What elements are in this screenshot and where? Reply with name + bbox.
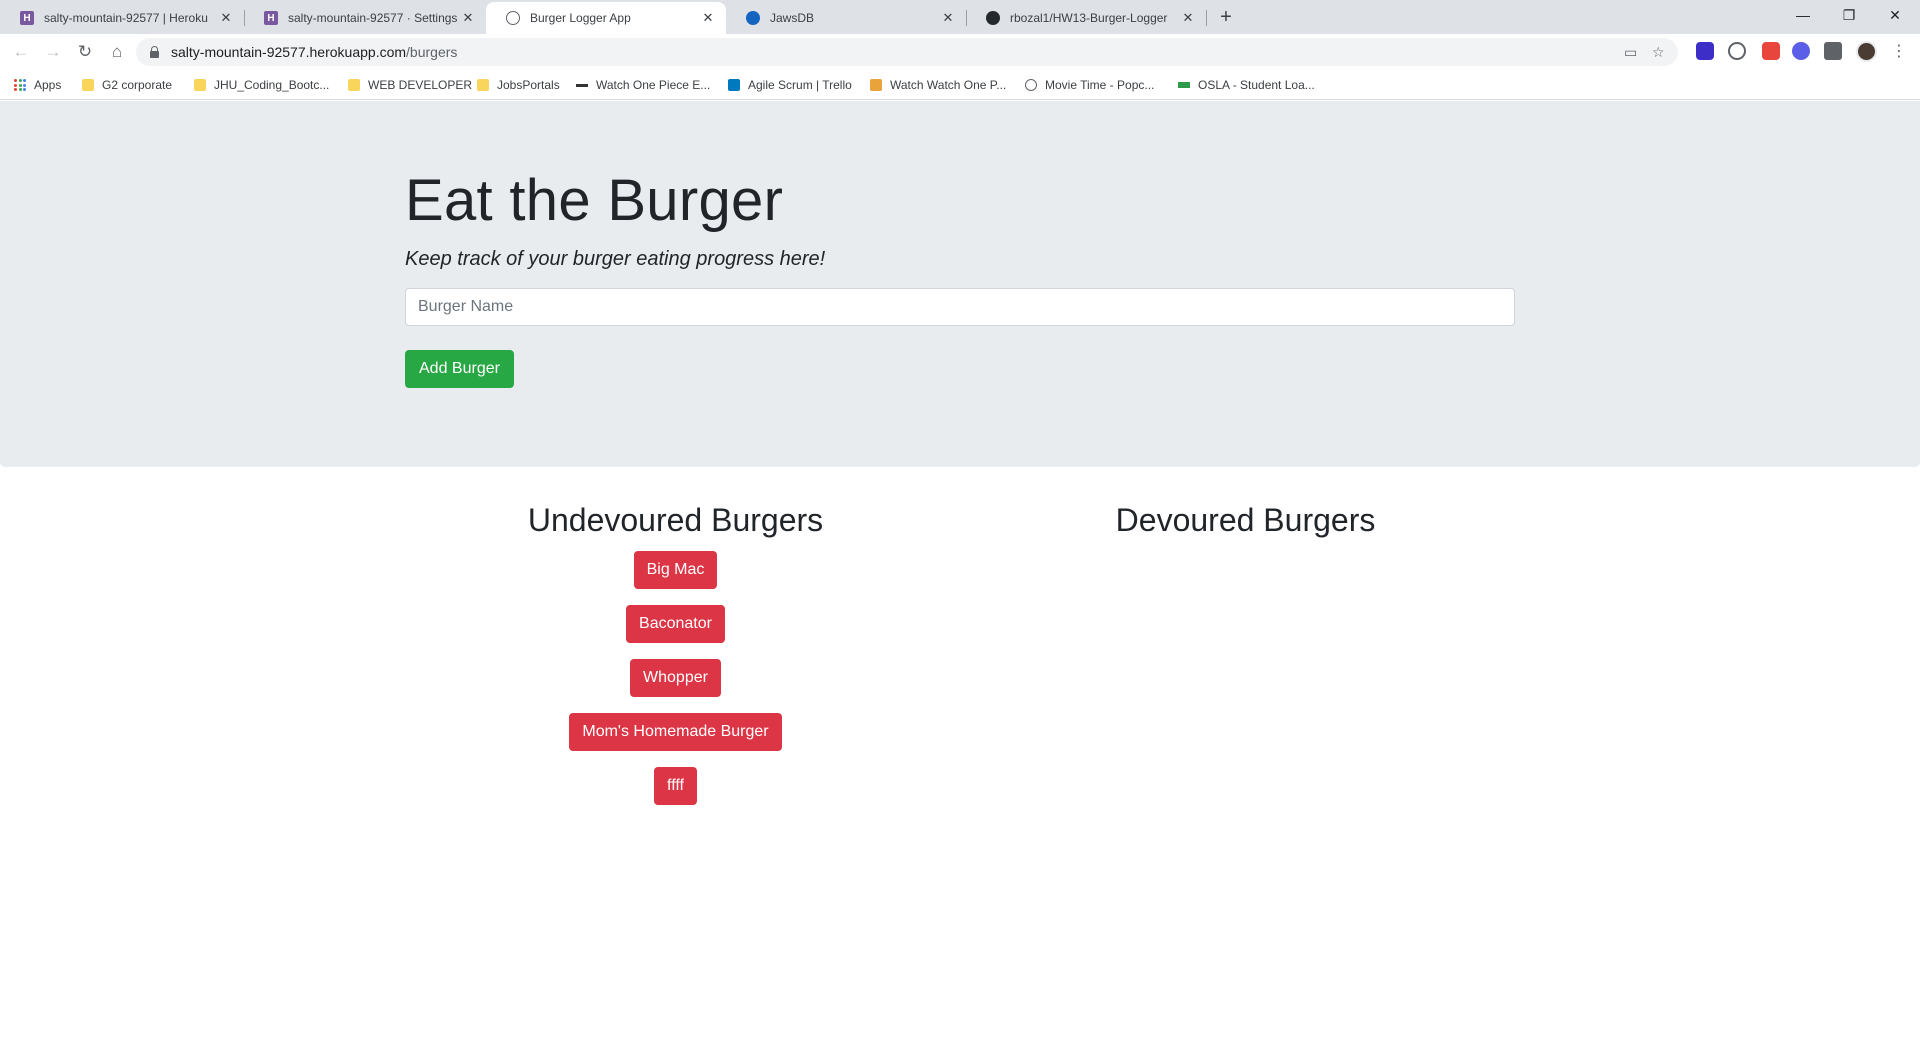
close-window-button[interactable]: ✕ <box>1872 0 1918 30</box>
tab-github[interactable]: rbozal1/HW13-Burger-Logger ✕ <box>966 2 1206 34</box>
bookmark-label: JobsPortals <box>497 78 560 92</box>
bookmark-label: WEB DEVELOPER <box>368 78 473 92</box>
restore-button[interactable]: ❐ <box>1826 0 1872 30</box>
folder-icon <box>194 79 206 91</box>
profile-avatar[interactable] <box>1856 41 1877 62</box>
jawsdb-icon <box>746 11 760 25</box>
devour-burger-button[interactable]: Baconator <box>626 605 725 643</box>
home-button[interactable]: ⌂ <box>104 39 130 65</box>
bookmark-trello[interactable]: Agile Scrum | Trello <box>728 76 852 94</box>
bookmark-movie-time[interactable]: Movie Time - Popc... <box>1025 76 1154 94</box>
bookmark-apps[interactable]: Apps <box>14 76 61 94</box>
bookmark-g2-corporate[interactable]: G2 corporate <box>82 76 172 94</box>
tab-separator <box>1206 10 1207 26</box>
extension-icon-3[interactable] <box>1762 42 1780 60</box>
bookmark-watch-one-piece[interactable]: Watch Watch One P... <box>870 76 1006 94</box>
bookmark-jobsportals[interactable]: JobsPortals <box>477 76 560 94</box>
jumbotron: Eat the Burger Keep track of your burger… <box>0 101 1920 467</box>
globe-icon <box>506 11 520 25</box>
tab-strip: H salty-mountain-92577 | Heroku ✕ H salt… <box>0 0 1920 34</box>
forward-button[interactable]: → <box>40 39 66 65</box>
undevoured-title: Undevoured Burgers <box>527 502 824 538</box>
extension-icon-2[interactable] <box>1728 42 1746 60</box>
bookmark-jhu-coding[interactable]: JHU_Coding_Bootc... <box>194 76 329 94</box>
folder-icon <box>348 79 360 91</box>
browser-menu-button[interactable]: ⋮ <box>1890 39 1908 65</box>
undevoured-list: Big Mac Baconator Whopper Mom's Homemade Bu… <box>569 551 782 821</box>
trello-icon <box>728 79 740 91</box>
close-icon[interactable]: ✕ <box>940 10 956 26</box>
close-icon[interactable]: ✕ <box>218 10 234 26</box>
bookmark-osla[interactable]: OSLA - Student Loa... <box>1178 76 1315 94</box>
back-button[interactable]: ← <box>8 39 34 65</box>
bookmark-label: Apps <box>34 78 62 92</box>
close-icon[interactable]: ✕ <box>700 10 716 26</box>
cast-icon[interactable]: ▭ <box>1624 44 1637 61</box>
reload-button[interactable]: ↻ <box>72 39 98 65</box>
devoured-column: Devoured Burgers <box>968 497 1523 551</box>
devour-burger-button[interactable]: Big Mac <box>633 551 718 589</box>
puzzle-icon[interactable] <box>1824 42 1842 60</box>
minimize-button[interactable]: — <box>1780 0 1826 30</box>
devour-burger-button[interactable]: ffff <box>654 767 697 805</box>
close-icon[interactable]: ✕ <box>1180 10 1196 26</box>
bookmark-label: Watch One Piece E... <box>596 78 711 92</box>
browser-toolbar: ← → ↻ ⌂ salty-mountain-92577.herokuapp.c… <box>0 34 1920 70</box>
bookmark-label: Watch Watch One P... <box>890 78 1007 92</box>
close-icon[interactable]: ✕ <box>460 10 476 26</box>
globe-icon <box>1025 79 1037 91</box>
undevoured-column: Undevoured Burgers Big Mac Baconator Whopp… <box>398 497 953 821</box>
new-tab-button[interactable]: + <box>1212 3 1240 31</box>
folder-icon <box>82 79 94 91</box>
tab-title: rbozal1/HW13-Burger-Logger <box>1010 11 1168 25</box>
tab-jawsdb[interactable]: JawsDB ✕ <box>726 2 966 34</box>
tab-heroku[interactable]: H salty-mountain-92577 | Heroku ✕ <box>0 2 244 34</box>
tab-burger-logger[interactable]: Burger Logger App ✕ <box>486 2 726 34</box>
devour-burger-button[interactable]: Mom's Homemade Burger <box>569 713 782 751</box>
tab-title: salty-mountain-92577 | Heroku <box>44 11 208 25</box>
site-icon <box>1178 82 1190 88</box>
tab-title: salty-mountain-92577 · Settings | <box>288 11 460 25</box>
page-content: Eat the Burger Keep track of your burger… <box>0 101 1920 1040</box>
devoured-title: Devoured Burgers <box>1115 502 1376 538</box>
bookmark-label: G2 corporate <box>102 78 173 92</box>
heroku-icon: H <box>20 11 34 25</box>
github-icon <box>986 11 1000 25</box>
bookmark-label: JHU_Coding_Bootc... <box>214 78 330 92</box>
site-icon <box>576 83 588 87</box>
bookmarks-bar: Apps G2 corporate JHU_Coding_Bootc... WE… <box>0 70 1920 100</box>
bookmark-label: OSLA - Student Loa... <box>1198 78 1315 92</box>
burger-name-input[interactable] <box>405 288 1515 326</box>
page-lead: Keep track of your burger eating progres… <box>405 248 826 270</box>
bookmark-star-icon[interactable]: ☆ <box>1652 44 1665 61</box>
extension-icon-1[interactable] <box>1696 42 1714 60</box>
tab-title: Burger Logger App <box>530 11 631 25</box>
add-burger-button[interactable]: Add Burger <box>405 350 514 388</box>
bookmark-label: Movie Time - Popc... <box>1045 78 1155 92</box>
address-bar[interactable]: salty-mountain-92577.herokuapp.com /burg… <box>136 38 1678 66</box>
devour-burger-button[interactable]: Whopper <box>630 659 721 697</box>
bookmark-one-piece[interactable]: Watch One Piece E... <box>576 76 710 94</box>
apps-grid-icon <box>14 79 26 91</box>
url-host: salty-mountain-92577.herokuapp.com <box>171 44 407 60</box>
tab-heroku-settings[interactable]: H salty-mountain-92577 · Settings | ✕ <box>244 2 486 34</box>
site-icon <box>870 79 882 91</box>
heroku-icon: H <box>264 11 278 25</box>
tab-title: JawsDB <box>770 11 815 25</box>
url-path: /burgers <box>406 44 458 60</box>
page-title: Eat the Burger <box>405 168 784 233</box>
bookmark-web-developer[interactable]: WEB DEVELOPER <box>348 76 472 94</box>
bookmark-label: Agile Scrum | Trello <box>748 78 852 92</box>
folder-icon <box>477 79 489 91</box>
extension-icon-4[interactable] <box>1792 42 1810 60</box>
lock-icon[interactable] <box>150 45 159 58</box>
